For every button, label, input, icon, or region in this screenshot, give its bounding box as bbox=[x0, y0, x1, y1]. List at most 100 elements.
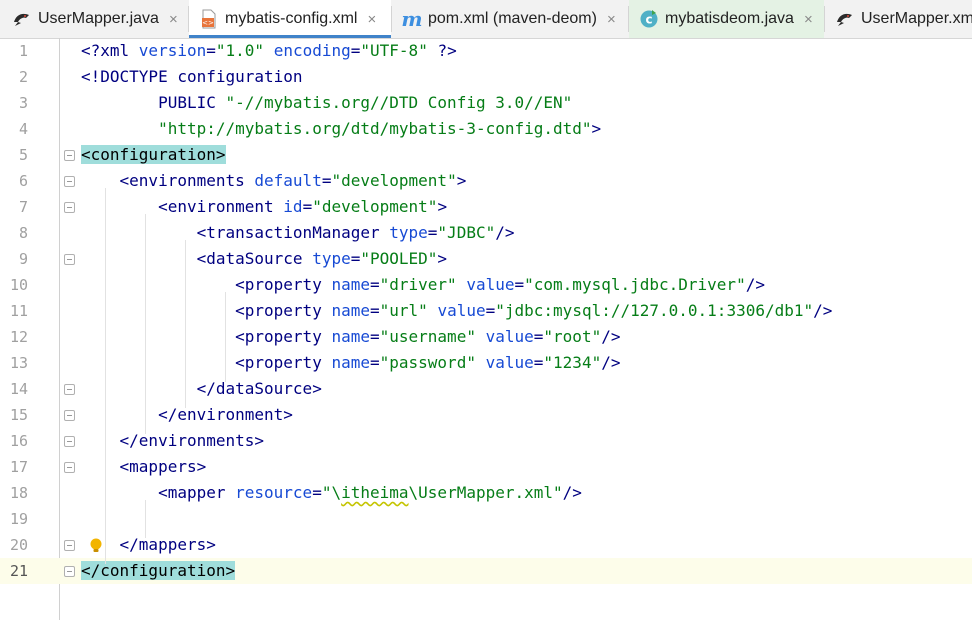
code-line[interactable]: 17 <mappers> bbox=[0, 454, 972, 480]
code-text: <property name="password" value="1234"/> bbox=[81, 350, 620, 376]
tab-label: mybatisdeom.java bbox=[665, 10, 794, 27]
code-token: = bbox=[302, 197, 313, 216]
code-text: <mappers> bbox=[81, 454, 207, 480]
code-line[interactable]: 2 <!DOCTYPE configuration bbox=[0, 64, 972, 90]
maven-icon: m bbox=[401, 7, 423, 31]
fold-toggle-icon[interactable] bbox=[64, 566, 75, 577]
code-line[interactable]: 6 <environments default="development"> bbox=[0, 168, 972, 194]
fold-toggle-icon[interactable] bbox=[64, 410, 75, 421]
code-line[interactable]: 1 <?xml version="1.0" encoding="UTF-8" ?> bbox=[0, 38, 972, 64]
code-token: "\ bbox=[321, 483, 342, 502]
bird-icon bbox=[12, 9, 32, 29]
indent-guide bbox=[105, 188, 106, 564]
code-token: /> bbox=[601, 353, 621, 372]
code-token: id bbox=[283, 197, 303, 216]
tab-pom-xml[interactable]: m pom.xml (maven-deom) × bbox=[392, 0, 628, 38]
line-number: 12 bbox=[9, 328, 28, 346]
close-icon[interactable]: × bbox=[367, 11, 376, 28]
code-text: <dataSource type="POOLED"> bbox=[81, 246, 447, 272]
svg-text:<>: <> bbox=[202, 19, 214, 27]
tab-label: UserMapper.xm bbox=[861, 10, 972, 27]
indent-guide bbox=[145, 500, 146, 538]
code-text: "http://mybatis.org/dtd/mybatis-3-config… bbox=[81, 116, 601, 142]
code-token: "jdbc:mysql://127.0.0.1:3306/db1" bbox=[495, 301, 814, 320]
code-line[interactable]: 3 PUBLIC "-//mybatis.org//DTD Config 3.0… bbox=[0, 90, 972, 116]
code-line[interactable]: 4 "http://mybatis.org/dtd/mybatis-3-conf… bbox=[0, 116, 972, 142]
line-number: 21 bbox=[9, 562, 28, 580]
fold-toggle-icon[interactable] bbox=[64, 176, 75, 187]
line-number: 13 bbox=[9, 354, 28, 372]
code-token: = bbox=[427, 223, 438, 242]
tab-label: UserMapper.java bbox=[38, 10, 159, 27]
code-token: encoding bbox=[273, 41, 351, 60]
line-number: 8 bbox=[18, 224, 28, 242]
code-token: = bbox=[485, 301, 496, 320]
code-editor[interactable]: 1 <?xml version="1.0" encoding="UTF-8" ?>… bbox=[0, 38, 972, 620]
fold-toggle-icon[interactable] bbox=[64, 384, 75, 395]
code-token: > bbox=[591, 119, 602, 138]
line-number: 1 bbox=[18, 42, 28, 60]
code-token: <!DOCTYPE configuration bbox=[81, 67, 303, 86]
code-token: "1.0" bbox=[215, 41, 265, 60]
tab-label: mybatis-config.xml bbox=[225, 10, 358, 27]
code-token: "root" bbox=[543, 327, 602, 346]
line-number: 18 bbox=[9, 484, 28, 502]
code-token: PUBLIC bbox=[81, 93, 226, 112]
code-token: = bbox=[312, 483, 322, 502]
tab-label: pom.xml (maven-deom) bbox=[428, 10, 597, 27]
line-number: 14 bbox=[9, 380, 28, 398]
line-number: 3 bbox=[18, 94, 28, 112]
fold-toggle-icon[interactable] bbox=[64, 462, 75, 473]
matched-tag-highlight: <configuration> bbox=[81, 145, 226, 164]
code-token: /> bbox=[601, 327, 621, 346]
code-text: </dataSource> bbox=[81, 376, 322, 402]
close-icon[interactable]: × bbox=[169, 11, 178, 28]
code-token: <transactionManager bbox=[81, 223, 390, 242]
close-icon[interactable]: × bbox=[607, 11, 616, 28]
line-number: 7 bbox=[18, 198, 28, 216]
lightbulb-icon[interactable] bbox=[89, 538, 103, 552]
code-token: value bbox=[485, 327, 534, 346]
line-number: 11 bbox=[9, 302, 28, 320]
code-token: type bbox=[389, 223, 428, 242]
code-token: <mappers> bbox=[81, 457, 207, 476]
tab-mybatisdeom-java[interactable]: c mybatisdeom.java × bbox=[629, 0, 824, 38]
code-token: = bbox=[369, 301, 380, 320]
line-number: 16 bbox=[9, 432, 28, 450]
code-token: /> bbox=[813, 301, 833, 320]
fold-toggle-icon[interactable] bbox=[64, 150, 75, 161]
line-number: 5 bbox=[18, 146, 28, 164]
code-text: </environment> bbox=[81, 402, 293, 428]
tab-mybatis-config-xml[interactable]: <> mybatis-config.xml × bbox=[189, 0, 391, 38]
line-number: 15 bbox=[9, 406, 28, 424]
indent-guide bbox=[145, 214, 146, 434]
line-number: 17 bbox=[9, 458, 28, 476]
code-token: name bbox=[331, 327, 370, 346]
code-token: name bbox=[331, 353, 370, 372]
fold-toggle-icon[interactable] bbox=[64, 540, 75, 551]
code-text: <configuration> bbox=[81, 142, 226, 168]
code-token: > bbox=[437, 249, 448, 268]
code-token: "driver" bbox=[379, 275, 457, 294]
fold-toggle-icon[interactable] bbox=[64, 436, 75, 447]
tab-usermapper-xml[interactable]: UserMapper.xm bbox=[825, 0, 972, 38]
tab-usermapper-java[interactable]: UserMapper.java × bbox=[0, 0, 188, 38]
code-text: <property name="url" value="jdbc:mysql:/… bbox=[81, 298, 832, 324]
line-number: 10 bbox=[9, 276, 28, 294]
code-token: </dataSource> bbox=[81, 379, 322, 398]
code-token: "com.mysql.jdbc.Driver" bbox=[524, 275, 746, 294]
code-line[interactable]: 21 </configuration> bbox=[0, 558, 972, 584]
fold-toggle-icon[interactable] bbox=[64, 254, 75, 265]
code-token: = bbox=[369, 353, 380, 372]
code-text: </environments> bbox=[81, 428, 265, 454]
fold-toggle-icon[interactable] bbox=[64, 202, 75, 213]
close-icon[interactable]: × bbox=[804, 11, 813, 28]
code-text: PUBLIC "-//mybatis.org//DTD Config 3.0//… bbox=[81, 90, 572, 116]
code-token: value bbox=[466, 275, 515, 294]
code-line[interactable]: 5 <configuration> bbox=[0, 142, 972, 168]
code-token: "development" bbox=[331, 171, 457, 190]
code-token: <?xml bbox=[81, 41, 139, 60]
line-number: 6 bbox=[18, 172, 28, 190]
